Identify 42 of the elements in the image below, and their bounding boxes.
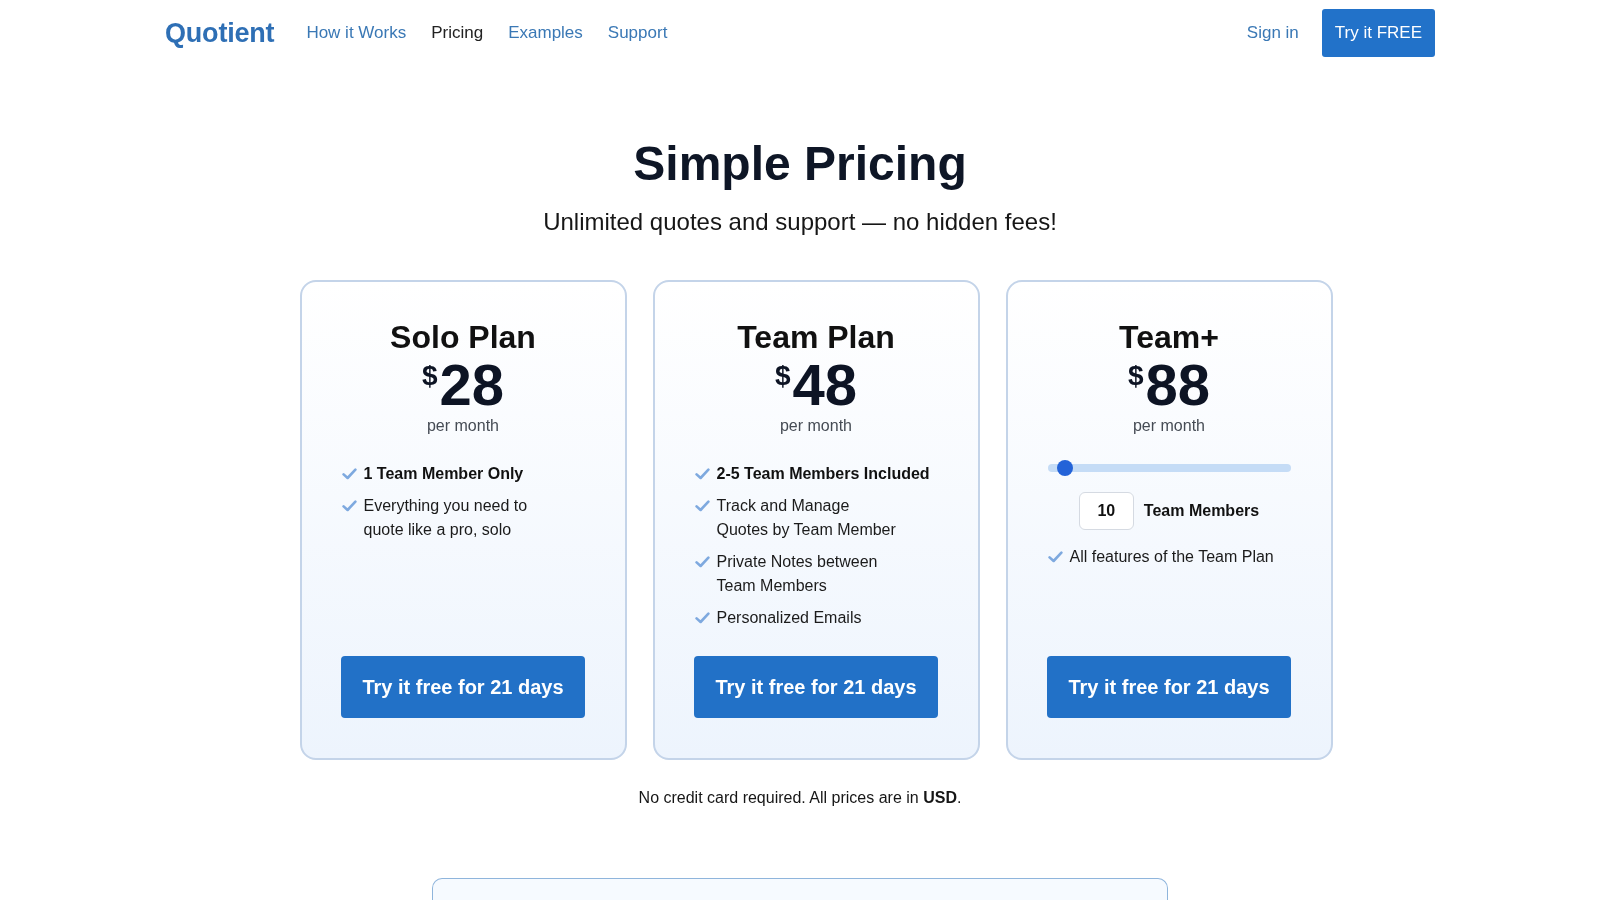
feature-text: 2-5 Team Members Included [716,464,930,484]
feature-text: All features of the Team Plan [1069,547,1274,567]
slider-thumb[interactable] [1056,460,1073,476]
page-subtitle: Unlimited quotes and support — no hidden fees! [543,207,1057,237]
trial-button[interactable]: Try it free for 21 days [341,656,585,718]
check-icon [694,468,710,480]
check-icon [694,612,710,624]
billing-period: per month [1132,416,1205,436]
feature-text: Everything you need to quote like a pro, solo [363,496,528,540]
feature-text: Track and Manage Quotes by Team Member [716,496,896,540]
check-icon [1047,551,1063,563]
price-amount: 88 [1145,356,1211,414]
logo[interactable]: Quotient [165,17,275,49]
nav-link[interactable]: Examples [508,23,583,43]
feature-text: Personalized Emails [716,608,862,628]
trial-button[interactable]: Try it free for 21 days [694,656,938,718]
plan-name: Team Plan [737,318,895,356]
billing-period: per month [426,416,499,436]
nav-link[interactable]: Pricing [431,23,484,43]
currency-symbol: $ [421,362,438,390]
check-icon [341,468,357,480]
billing-period: per month [779,416,852,436]
price-amount: 48 [792,356,858,414]
page-title: Simple Pricing [633,136,967,192]
footnote: No credit card required. All prices are in USD. [638,788,962,808]
feature-text: 1 Team Member Only [363,464,524,484]
nav-link[interactable]: Support [607,23,668,43]
try-free-button[interactable]: Try it FREE [1321,9,1435,57]
plan-name: Solo Plan [390,318,536,356]
check-icon [694,556,710,568]
trial-button[interactable]: Try it free for 21 days [1047,656,1291,718]
plan-name: Team+ [1119,318,1219,356]
nav-link[interactable]: How it Works [306,23,407,43]
check-icon [341,500,357,512]
member-count-field[interactable]: 10 [1078,492,1134,530]
currency-symbol: $ [1127,362,1144,390]
field-label: Team Members [1143,502,1260,520]
sign-in-link[interactable]: Sign in [1246,23,1299,43]
price-amount: 28 [439,356,505,414]
currency-symbol: $ [774,362,791,390]
check-icon [694,500,710,512]
feature-text: Private Notes between Team Members [716,552,878,596]
